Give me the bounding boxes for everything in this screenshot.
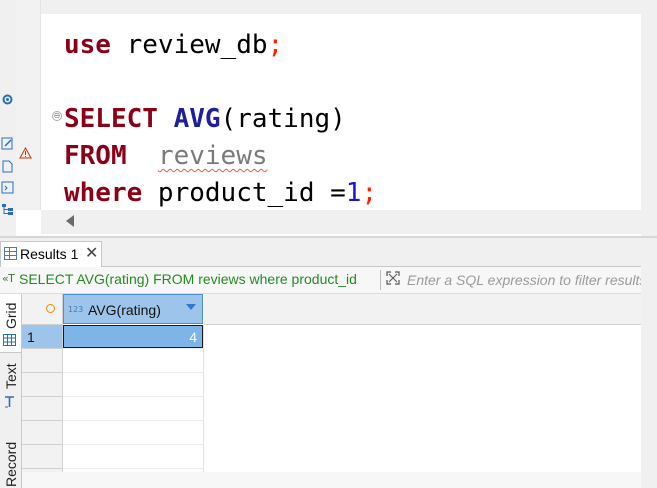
edit-icon[interactable] — [1, 137, 14, 150]
editor-right-margin — [641, 0, 657, 236]
grid-corner[interactable] — [22, 294, 63, 325]
tab-grid-label: Grid — [3, 302, 19, 329]
sql-query-icon: «T — [2, 272, 15, 285]
row-divider — [22, 348, 62, 349]
grid-icon — [3, 334, 16, 346]
record-mode-icon — [46, 304, 55, 313]
editor-top-margin — [41, 0, 641, 14]
row-divider — [22, 468, 62, 469]
cell-divider — [63, 420, 203, 421]
filter-input[interactable] — [404, 269, 657, 291]
cell-divider — [63, 468, 203, 469]
code-token: ; — [361, 178, 378, 208]
scroll-left-icon[interactable] — [66, 215, 74, 227]
code-token: review_db — [126, 30, 268, 60]
column-header-avg-rating[interactable]: 123 AVG(rating) — [63, 294, 203, 324]
code-token: where — [64, 178, 143, 208]
column-header-filler — [204, 294, 657, 325]
cell-divider — [63, 444, 203, 445]
tab-results-1[interactable]: Results 1 ✕ — [0, 241, 102, 267]
tab-text-label: Text — [3, 363, 19, 389]
code-token: FROM — [64, 141, 127, 171]
editor-horizontal-scrollbar[interactable] — [41, 210, 641, 234]
code-token: ; — [267, 30, 284, 60]
tab-grid[interactable]: Grid — [0, 294, 21, 353]
row-number-label: 1 — [27, 329, 35, 345]
file-icon[interactable] — [1, 160, 14, 173]
numeric-type-icon: 123 — [68, 305, 84, 314]
warning-icon[interactable] — [19, 147, 32, 159]
script-icon[interactable] — [1, 181, 14, 194]
expand-icon[interactable] — [386, 271, 400, 285]
column-header-label: AVG(rating) — [88, 302, 161, 318]
close-icon[interactable]: ✕ — [85, 243, 98, 263]
fold-toggle-icon[interactable]: ⊖ — [52, 111, 62, 121]
code-line-3[interactable]: FROM reviews — [64, 141, 268, 171]
tree-icon[interactable] — [1, 203, 14, 216]
code-line-1[interactable]: use review_db; — [64, 30, 283, 60]
results-grid[interactable]: 123 AVG(rating) 1 4 — [22, 294, 657, 488]
divider — [380, 270, 381, 290]
sort-icon[interactable] — [186, 304, 196, 310]
code-token: use — [64, 30, 111, 60]
code-token: reviews — [157, 141, 268, 171]
code-line-2[interactable]: SELECT AVG(rating) — [64, 104, 346, 134]
row-number-column — [22, 325, 63, 488]
filter-bar: «T SELECT AVG(rating) FROM reviews where… — [0, 267, 657, 294]
cell-divider — [63, 396, 203, 397]
cell-value: 4 — [189, 329, 197, 345]
tab-record[interactable]: Record — [0, 439, 21, 488]
window-right-edge — [641, 266, 657, 488]
tab-record-label: Record — [3, 441, 19, 487]
row-divider — [22, 420, 62, 421]
editor-left-toolbar — [0, 0, 16, 236]
row-divider — [22, 444, 62, 445]
code-token: SELECT — [64, 104, 158, 134]
results-view-switcher: Grid Text Record — [0, 294, 22, 488]
tab-label: Results 1 — [20, 246, 79, 262]
editor-gutter — [16, 0, 41, 210]
code-token: AVG — [173, 104, 221, 134]
code-token: product_id = — [142, 178, 346, 208]
table-row-number[interactable]: 1 — [22, 325, 62, 348]
code-line-4[interactable]: where product_id =1; — [64, 178, 377, 208]
table-cell-avg-rating[interactable]: 4 — [63, 325, 203, 348]
gear-icon[interactable] — [1, 93, 14, 106]
code-token: 1 — [345, 178, 362, 208]
grid-icon — [4, 247, 17, 260]
row-divider — [22, 396, 62, 397]
cell-divider — [63, 372, 203, 373]
results-tabbar: Results 1 ✕ — [0, 238, 657, 267]
cell-divider — [63, 348, 203, 349]
code-token: (rating) — [220, 104, 346, 134]
grid-horizontal-scrollbar[interactable] — [22, 472, 641, 488]
column-divider — [203, 325, 204, 488]
tab-text[interactable]: Text — [0, 356, 21, 416]
query-text: SELECT AVG(rating) FROM reviews where pr… — [19, 271, 357, 287]
row-divider — [22, 372, 62, 373]
text-icon — [5, 396, 14, 408]
